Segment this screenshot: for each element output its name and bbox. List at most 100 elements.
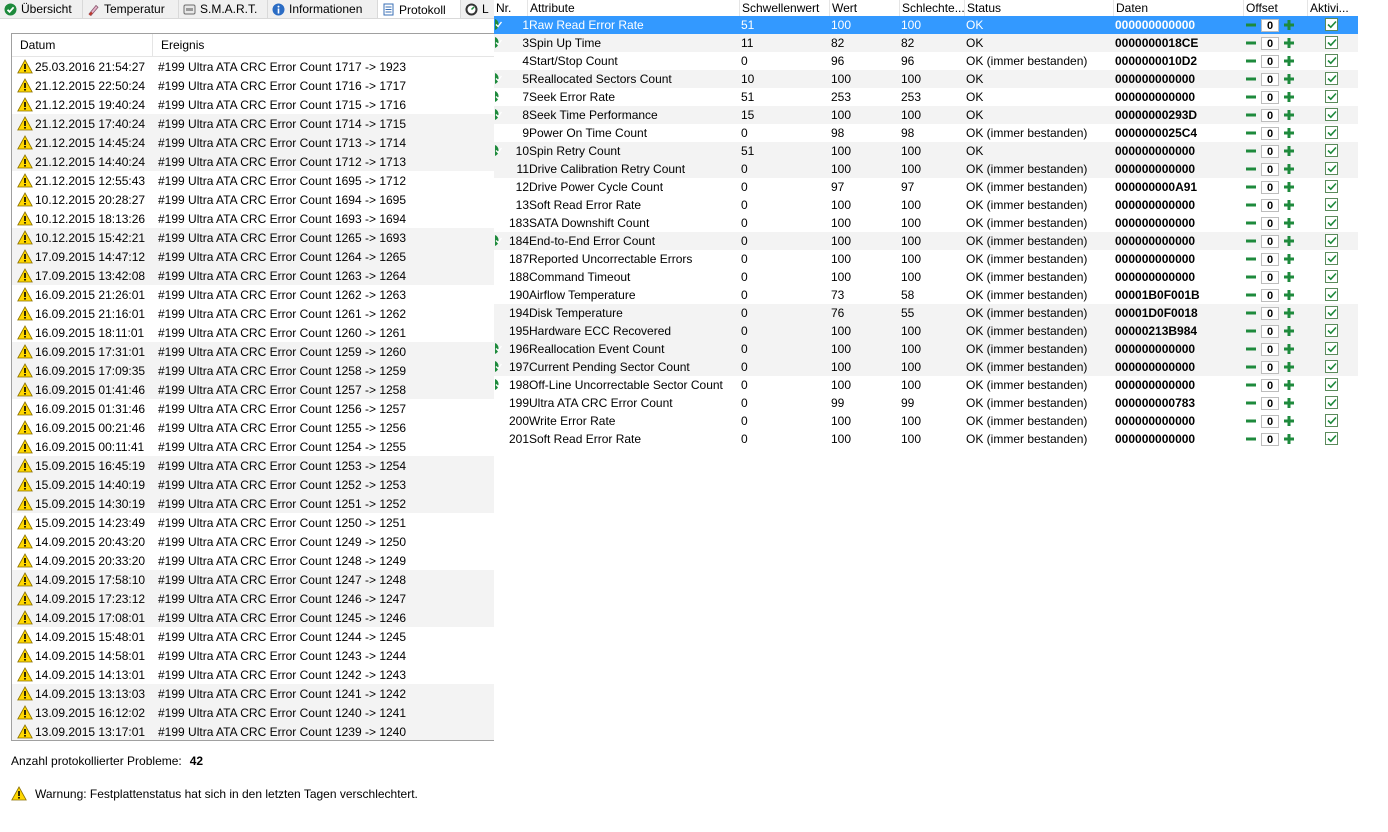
log-row[interactable]: 14.09.2015 14:13:01 #199 Ultra ATA CRC Er…	[12, 665, 494, 684]
column-header-threshold[interactable]: Schwellenwert	[740, 0, 830, 16]
minus-icon[interactable]	[1244, 414, 1258, 428]
offset-value[interactable]: 0	[1261, 432, 1279, 446]
smart-row[interactable]: 198 Off-Line Uncorrectable Sector Count 0 1…	[494, 376, 1358, 394]
plus-icon[interactable]	[1282, 18, 1296, 32]
offset-stepper[interactable]: 0	[1244, 126, 1298, 140]
offset-value[interactable]: 0	[1261, 72, 1279, 86]
offset-stepper[interactable]: 0	[1244, 198, 1298, 212]
log-list[interactable]: Datum Ereignis 25.03.2016 21:54:27 #199 U…	[11, 33, 494, 741]
plus-icon[interactable]	[1282, 378, 1296, 392]
column-header-nr[interactable]: Nr.	[494, 0, 528, 16]
smart-row[interactable]: 1 Raw Read Error Rate 51 100 100 OK 0000000000…	[494, 16, 1358, 34]
log-row[interactable]: 15.09.2015 14:40:19 #199 Ultra ATA CRC Er…	[12, 475, 494, 494]
offset-stepper[interactable]: 0	[1244, 36, 1298, 50]
plus-icon[interactable]	[1282, 306, 1296, 320]
log-row[interactable]: 14.09.2015 17:08:01 #199 Ultra ATA CRC Er…	[12, 608, 494, 627]
smart-row[interactable]: 9 Power On Time Count 0 98 98 OK (immer besta…	[494, 124, 1358, 142]
offset-value[interactable]: 0	[1261, 108, 1279, 122]
smart-row[interactable]: 196 Reallocation Event Count 0 100 100 OK (im…	[494, 340, 1358, 358]
offset-value[interactable]: 0	[1261, 216, 1279, 230]
log-row[interactable]: 10.12.2015 15:42:21 #199 Ultra ATA CRC Er…	[12, 228, 494, 247]
column-header-active[interactable]: Aktivi...	[1308, 0, 1358, 16]
smart-row[interactable]: 199 Ultra ATA CRC Error Count 0 99 99 OK (imm…	[494, 394, 1358, 412]
log-row[interactable]: 16.09.2015 00:11:41 #199 Ultra ATA CRC Er…	[12, 437, 494, 456]
log-row[interactable]: 21.12.2015 12:55:43 #199 Ultra ATA CRC Er…	[12, 171, 494, 190]
log-row[interactable]: 21.12.2015 17:40:24 #199 Ultra ATA CRC Er…	[12, 114, 494, 133]
log-row[interactable]: 15.09.2015 14:23:49 #199 Ultra ATA CRC Er…	[12, 513, 494, 532]
plus-icon[interactable]	[1282, 270, 1296, 284]
plus-icon[interactable]	[1282, 342, 1296, 356]
offset-stepper[interactable]: 0	[1244, 252, 1298, 266]
plus-icon[interactable]	[1282, 36, 1296, 50]
smart-row[interactable]: 195 Hardware ECC Recovered 0 100 100 OK (imme…	[494, 322, 1358, 340]
log-row[interactable]: 16.09.2015 21:16:01 #199 Ultra ATA CRC Er…	[12, 304, 494, 323]
offset-stepper[interactable]: 0	[1244, 360, 1298, 374]
active-checkbox[interactable]	[1325, 54, 1338, 67]
minus-icon[interactable]	[1244, 54, 1258, 68]
plus-icon[interactable]	[1282, 324, 1296, 338]
offset-stepper[interactable]: 0	[1244, 216, 1298, 230]
minus-icon[interactable]	[1244, 36, 1258, 50]
smart-row[interactable]: 190 Airflow Temperature 0 73 58 OK (immer bes…	[494, 286, 1358, 304]
offset-value[interactable]: 0	[1261, 360, 1279, 374]
smart-row[interactable]: 4 Start/Stop Count 0 96 96 OK (immer bestande…	[494, 52, 1358, 70]
column-header-event[interactable]: Ereignis	[153, 34, 204, 56]
offset-value[interactable]: 0	[1261, 324, 1279, 338]
minus-icon[interactable]	[1244, 360, 1258, 374]
active-checkbox[interactable]	[1325, 126, 1338, 139]
log-row[interactable]: 21.12.2015 19:40:24 #199 Ultra ATA CRC Er…	[12, 95, 494, 114]
plus-icon[interactable]	[1282, 360, 1296, 374]
offset-value[interactable]: 0	[1261, 342, 1279, 356]
active-checkbox[interactable]	[1325, 180, 1338, 193]
offset-stepper[interactable]: 0	[1244, 432, 1298, 446]
smart-row[interactable]: 200 Write Error Rate 0 100 100 OK (immer best…	[494, 412, 1358, 430]
plus-icon[interactable]	[1282, 414, 1296, 428]
smart-row[interactable]: 5 Reallocated Sectors Count 10 100 100 OK 0000…	[494, 70, 1358, 88]
minus-icon[interactable]	[1244, 396, 1258, 410]
active-checkbox[interactable]	[1325, 306, 1338, 319]
log-row[interactable]: 17.09.2015 14:47:12 #199 Ultra ATA CRC Er…	[12, 247, 494, 266]
minus-icon[interactable]	[1244, 90, 1258, 104]
tab-smart[interactable]: S.M.A.R.T.	[179, 0, 268, 18]
minus-icon[interactable]	[1244, 144, 1258, 158]
plus-icon[interactable]	[1282, 108, 1296, 122]
active-checkbox[interactable]	[1325, 234, 1338, 247]
offset-value[interactable]: 0	[1261, 306, 1279, 320]
active-checkbox[interactable]	[1325, 288, 1338, 301]
column-header-date[interactable]: Datum	[12, 34, 153, 56]
offset-value[interactable]: 0	[1261, 54, 1279, 68]
log-row[interactable]: 21.12.2015 14:40:24 #199 Ultra ATA CRC Er…	[12, 152, 494, 171]
offset-value[interactable]: 0	[1261, 252, 1279, 266]
tab-protokoll[interactable]: Protokoll	[378, 0, 461, 18]
active-checkbox[interactable]	[1325, 378, 1338, 391]
log-row[interactable]: 10.12.2015 20:28:27 #199 Ultra ATA CRC Er…	[12, 190, 494, 209]
smart-row[interactable]: 197 Current Pending Sector Count 0 100 100 OK…	[494, 358, 1358, 376]
minus-icon[interactable]	[1244, 18, 1258, 32]
smart-row[interactable]: 188 Command Timeout 0 100 100 OK (immer besta…	[494, 268, 1358, 286]
smart-row[interactable]: 201 Soft Read Error Rate 0 100 100 OK (immer …	[494, 430, 1358, 448]
log-row[interactable]: 14.09.2015 13:13:03 #199 Ultra ATA CRC Er…	[12, 684, 494, 703]
offset-stepper[interactable]: 0	[1244, 396, 1298, 410]
tab-uebersicht[interactable]: Übersicht	[0, 0, 83, 18]
minus-icon[interactable]	[1244, 162, 1258, 176]
smart-row[interactable]: 7 Seek Error Rate 51 253 253 OK 000000000000 0	[494, 88, 1358, 106]
smart-row[interactable]: 13 Soft Read Error Rate 0 100 100 OK (immer b…	[494, 196, 1358, 214]
offset-value[interactable]: 0	[1261, 36, 1279, 50]
minus-icon[interactable]	[1244, 378, 1258, 392]
log-row[interactable]: 13.09.2015 16:12:02 #199 Ultra ATA CRC Er…	[12, 703, 494, 722]
active-checkbox[interactable]	[1325, 396, 1338, 409]
minus-icon[interactable]	[1244, 270, 1258, 284]
offset-stepper[interactable]: 0	[1244, 54, 1298, 68]
log-row[interactable]: 16.09.2015 01:31:46 #199 Ultra ATA CRC Er…	[12, 399, 494, 418]
log-row[interactable]: 16.09.2015 18:11:01 #199 Ultra ATA CRC Er…	[12, 323, 494, 342]
log-row[interactable]: 14.09.2015 14:58:01 #199 Ultra ATA CRC Er…	[12, 646, 494, 665]
plus-icon[interactable]	[1282, 288, 1296, 302]
column-header-value[interactable]: Wert	[830, 0, 900, 16]
active-checkbox[interactable]	[1325, 108, 1338, 121]
offset-stepper[interactable]: 0	[1244, 288, 1298, 302]
tab-temperatur[interactable]: Temperatur	[83, 0, 179, 18]
smart-row[interactable]: 184 End-to-End Error Count 0 100 100 OK (imme…	[494, 232, 1358, 250]
offset-value[interactable]: 0	[1261, 144, 1279, 158]
plus-icon[interactable]	[1282, 144, 1296, 158]
offset-value[interactable]: 0	[1261, 414, 1279, 428]
